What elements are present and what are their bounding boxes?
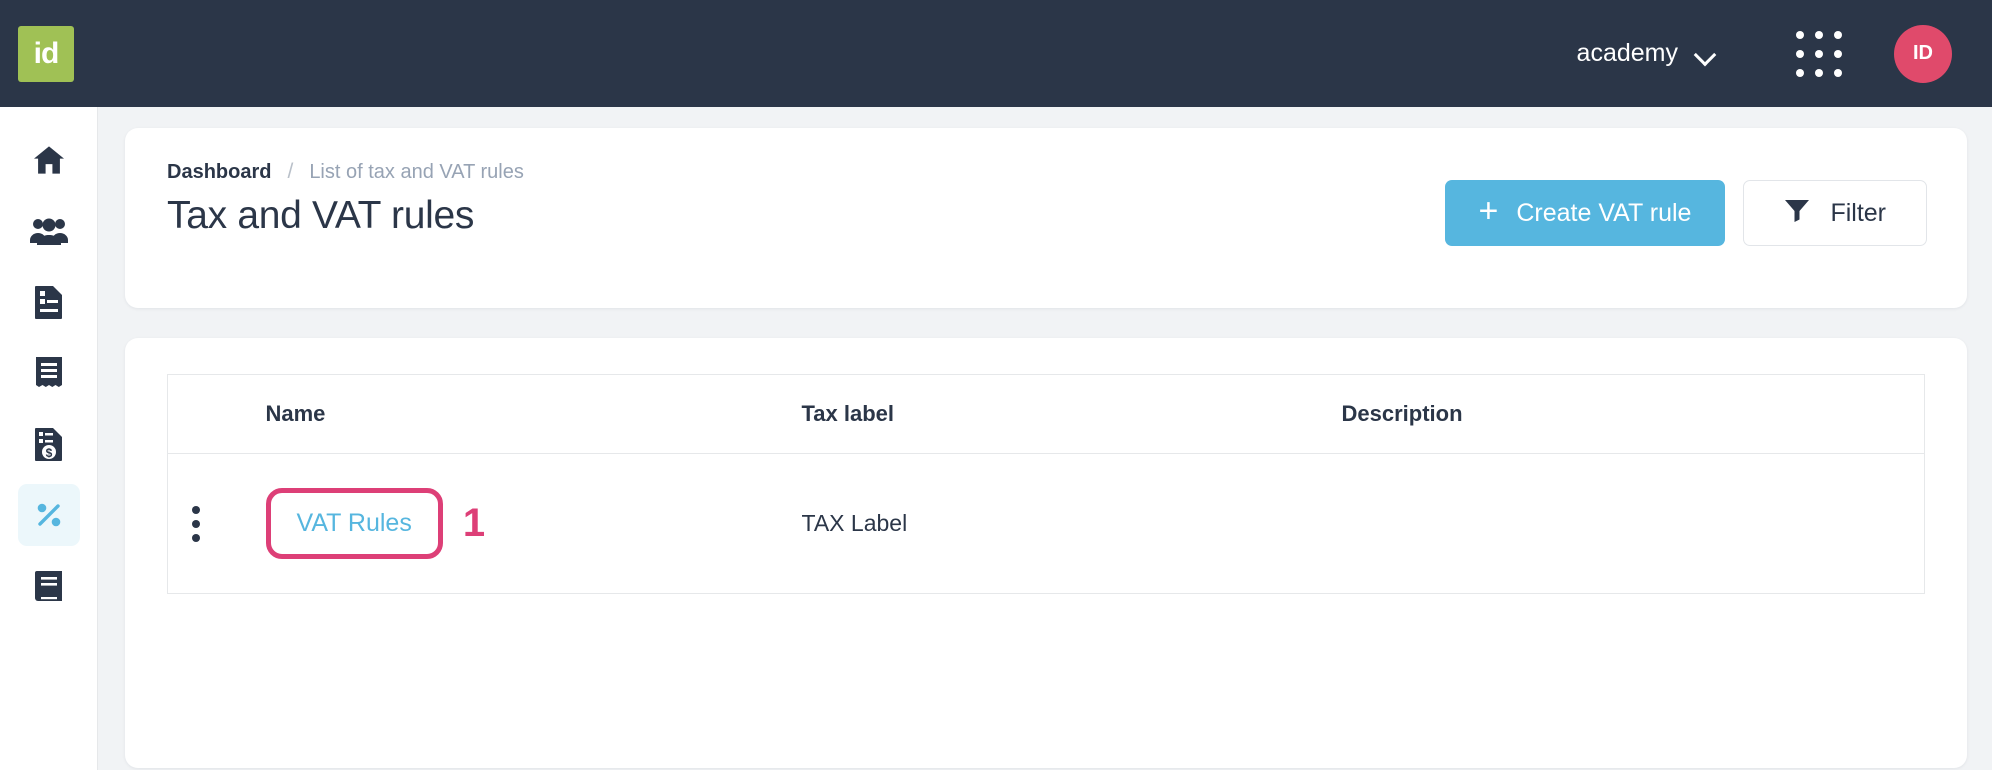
avatar[interactable]: ID [1894, 24, 1952, 83]
header-actions: + Create VAT rule Filter [1444, 180, 1927, 246]
sidebar-item-users[interactable] [18, 200, 80, 262]
sidebar-item-taxes[interactable] [17, 484, 80, 546]
name-cell-wrapper: VAT Rules 1 [265, 488, 802, 559]
sidebar-item-ledger[interactable] [18, 555, 80, 617]
top-navigation-bar: id academy ID [0, 0, 1992, 107]
tax-rules-table: Name Tax label Description VAT Rules 1 T… [167, 374, 1925, 594]
breadcrumb-current: List of tax and VAT rules [309, 161, 524, 183]
column-header-tax-label: Tax label [801, 374, 1342, 454]
apps-dot [1834, 30, 1842, 39]
app-logo[interactable]: id [18, 25, 74, 82]
apps-dot [1815, 68, 1823, 77]
row-description-cell [1341, 453, 1925, 594]
rules-table-card: Name Tax label Description VAT Rules 1 T… [125, 338, 1967, 768]
organization-selector[interactable]: academy [1567, 31, 1728, 76]
column-header-menu [167, 374, 266, 454]
plus-icon: + [1478, 192, 1499, 230]
sidebar-item-receipts[interactable] [18, 342, 80, 404]
topbar-right-group: academy ID [1567, 24, 1992, 83]
home-icon [32, 145, 66, 175]
apps-dot [1815, 49, 1823, 58]
apps-dot [1834, 49, 1842, 58]
kebab-menu-icon[interactable] [192, 505, 200, 542]
table-header-row: Name Tax label Description [167, 374, 1925, 454]
document-icon [34, 285, 64, 319]
filter-button[interactable]: Filter [1743, 180, 1927, 246]
column-header-description: Description [1341, 374, 1925, 454]
main-content: Dashboard / List of tax and VAT rules Ta… [98, 107, 1992, 770]
sidebar-item-home[interactable] [18, 129, 80, 191]
svg-text:$: $ [45, 446, 52, 460]
book-icon [34, 570, 64, 602]
row-tax-label-cell: TAX Label [801, 453, 1342, 594]
receipt-icon [35, 356, 63, 390]
column-header-name: Name [265, 374, 802, 454]
sidebar: $ [0, 107, 98, 770]
kebab-dot [192, 505, 200, 514]
funnel-icon [1784, 198, 1810, 229]
create-vat-rule-button[interactable]: + Create VAT rule [1444, 180, 1726, 246]
table-header: Name Tax label Description [167, 374, 1925, 454]
kebab-dot [192, 519, 200, 528]
apps-dot [1815, 30, 1823, 39]
breadcrumb-separator: / [287, 160, 294, 183]
sidebar-item-invoices[interactable]: $ [18, 413, 80, 475]
annotation-highlight-box: VAT Rules [265, 488, 443, 559]
page-header-card: Dashboard / List of tax and VAT rules Ta… [125, 128, 1967, 308]
vat-rules-link[interactable]: VAT Rules [297, 509, 412, 538]
chevron-down-icon [1696, 47, 1718, 60]
create-vat-rule-label: Create VAT rule [1516, 198, 1692, 227]
row-menu-cell [167, 453, 266, 594]
percent-icon [34, 500, 64, 530]
table-body: VAT Rules 1 TAX Label [167, 453, 1925, 594]
apps-dot [1834, 68, 1842, 77]
sidebar-item-contracts[interactable] [18, 271, 80, 333]
breadcrumb-parent[interactable]: Dashboard [167, 161, 271, 184]
apps-dot [1796, 68, 1804, 77]
invoice-dollar-icon: $ [34, 427, 64, 461]
table-row[interactable]: VAT Rules 1 TAX Label [167, 453, 1925, 594]
filter-label: Filter [1830, 198, 1886, 227]
annotation-step-number: 1 [462, 501, 486, 545]
apps-dot [1796, 30, 1804, 39]
apps-dot [1796, 49, 1804, 58]
kebab-dot [192, 533, 200, 542]
organization-name: academy [1576, 39, 1678, 67]
apps-grid-icon[interactable] [1796, 30, 1842, 77]
users-icon [29, 217, 68, 245]
row-name-cell: VAT Rules 1 [265, 453, 802, 594]
